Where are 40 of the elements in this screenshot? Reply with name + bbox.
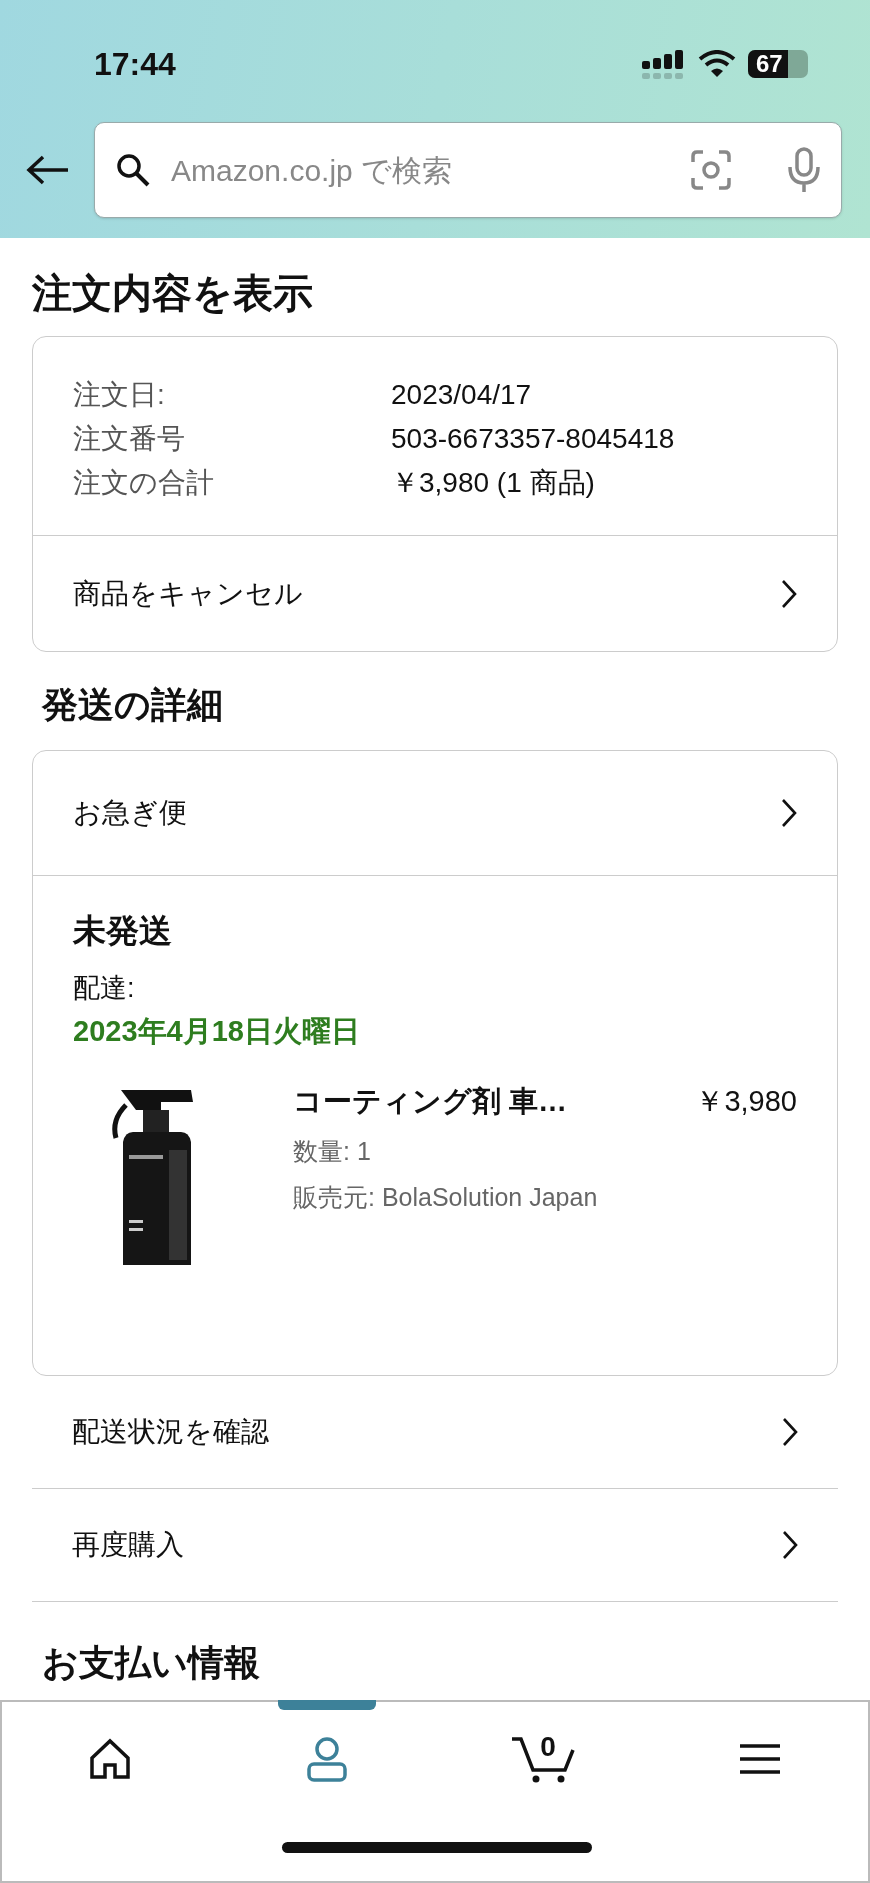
order-field-value: 2023/04/17 xyxy=(391,378,532,412)
order-field-label: 注文日: xyxy=(73,378,166,412)
cancel-item-row[interactable]: 商品をキャンセル xyxy=(33,536,837,651)
person-icon xyxy=(305,1736,348,1782)
section-heading: お支払い情報 xyxy=(41,1640,261,1685)
product-title[interactable]: コーティング剤 車… xyxy=(293,1079,568,1123)
product-seller: 販売元: BolaSolution Japan xyxy=(293,1181,599,1213)
chevron-right-icon xyxy=(782,1416,798,1447)
chevron-right-icon xyxy=(781,578,797,609)
order-field-value: ￥3,980 (1 商品) xyxy=(391,466,595,500)
order-field-label: 注文番号 xyxy=(73,422,186,456)
page-title: 注文内容を表示 xyxy=(32,270,314,317)
delivery-date: 2023年4月18日火曜日 xyxy=(73,1014,361,1049)
chevron-right-icon xyxy=(781,798,797,828)
shipment-status: 未発送 xyxy=(73,911,173,951)
search-bar[interactable]: Amazon.co.jp で検索 xyxy=(94,122,842,218)
cart-count: 0 xyxy=(540,1730,556,1764)
nav-tab[interactable]: 0 xyxy=(435,1702,652,1802)
search-icon xyxy=(115,152,151,188)
home-icon xyxy=(89,1738,132,1780)
microphone-icon[interactable] xyxy=(787,147,821,193)
order-field-label: 注文の合計 xyxy=(73,466,215,500)
delivery-label: 配達: xyxy=(73,971,136,1005)
product-price: ￥3,980 xyxy=(695,1083,797,1119)
search-field[interactable]: Amazon.co.jp で検索 xyxy=(171,147,671,193)
order-field-value: 503-6673357-8045418 xyxy=(391,422,675,456)
product-quantity: 数量: 1 xyxy=(293,1136,372,1167)
battery-indicator: 67 xyxy=(748,50,808,78)
menu-icon xyxy=(738,1743,781,1775)
signal-icon xyxy=(642,49,686,79)
status-time: 17:44 xyxy=(94,45,176,84)
section-heading: 発送の詳細 xyxy=(41,683,224,727)
action-row[interactable]: 再度購入 xyxy=(32,1488,838,1602)
camera-scan-icon[interactable] xyxy=(691,150,731,190)
chevron-right-icon xyxy=(782,1529,798,1560)
action-row[interactable]: 配送状況を確認 xyxy=(32,1375,838,1489)
cart-icon xyxy=(511,1734,576,1784)
shipping-method-row[interactable]: お急ぎ便 xyxy=(33,751,837,876)
back-arrow-icon[interactable] xyxy=(26,155,70,185)
wifi-icon xyxy=(698,50,736,78)
